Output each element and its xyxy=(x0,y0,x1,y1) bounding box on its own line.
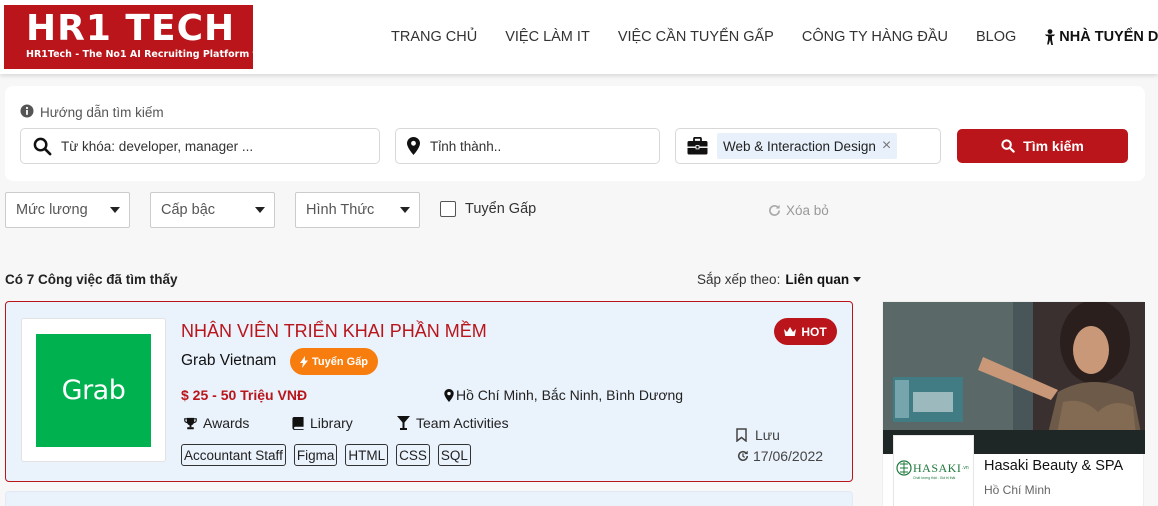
history-icon xyxy=(737,450,749,462)
city-field[interactable]: Tỉnh thành.. xyxy=(395,128,660,164)
brand-tagline: HR1Tech - The No1 AI Recruiting Platform… xyxy=(26,49,282,60)
caret-down-icon xyxy=(853,277,862,282)
skill-tag[interactable]: Figma xyxy=(293,444,338,466)
level-dropdown-label: Cấp bậc xyxy=(161,202,216,218)
nav-urgent-jobs[interactable]: VIỆC CẦN TUYỂN GẤP xyxy=(618,29,774,45)
company-name[interactable]: Grab Vietnam xyxy=(181,352,276,370)
clear-filters-label: Xóa bỏ xyxy=(786,203,829,218)
salary-dropdown-label: Mức lương xyxy=(16,202,88,218)
nav-blog[interactable]: BLOG xyxy=(976,29,1016,45)
map-pin-icon xyxy=(444,388,454,402)
level-dropdown[interactable]: Cấp bậc xyxy=(150,192,275,228)
search-guide[interactable]: Hướng dẫn tìm kiếm xyxy=(20,104,164,121)
category-chip: Web & Interaction Design × xyxy=(717,133,898,159)
chevron-down-icon xyxy=(255,207,265,213)
sort-control[interactable]: Sắp xếp theo: Liên quan xyxy=(697,272,862,287)
job-card[interactable] xyxy=(5,491,853,506)
category-field[interactable]: Web & Interaction Design × xyxy=(675,128,941,164)
sort-value: Liên quan xyxy=(785,272,850,287)
nav-home[interactable]: TRANG CHỦ xyxy=(391,29,477,45)
nav-top-companies[interactable]: CÔNG TY HÀNG ĐẦU xyxy=(802,29,948,45)
urgent-filter-label: Tuyển Gấp xyxy=(465,201,537,217)
posted-date: 17/06/2022 xyxy=(737,448,823,464)
category-chip-label: Web & Interaction Design xyxy=(723,138,876,154)
bolt-icon xyxy=(300,355,308,368)
skill-tag[interactable]: HTML xyxy=(345,444,389,466)
skill-tags: Accountant Staff Figma HTML CSS SQL xyxy=(181,444,471,466)
form-dropdown-label: Hình Thức xyxy=(306,202,375,218)
cocktail-icon xyxy=(397,416,410,430)
nav-employer-label: NHÀ TUYỂN DỤNG xyxy=(1059,29,1158,45)
refresh-icon xyxy=(768,204,781,217)
keyword-field[interactable]: Từ khóa: developer, manager ... xyxy=(20,128,380,164)
clear-filters-button[interactable]: Xóa bỏ xyxy=(768,203,829,218)
job-card[interactable]: Grab NHÂN VIÊN TRIỂN KHAI PHẦN MỀM HOT G… xyxy=(5,301,853,482)
search-button[interactable]: Tìm kiếm xyxy=(957,129,1128,163)
chevron-down-icon xyxy=(110,207,120,213)
city-input[interactable]: Tỉnh thành.. xyxy=(430,139,501,154)
featured-company-name[interactable]: Hasaki Beauty & SPA xyxy=(984,458,1123,474)
chevron-down-icon xyxy=(400,207,410,213)
search-button-label: Tìm kiếm xyxy=(1023,138,1084,154)
brand-name: HR1 TECH xyxy=(26,8,236,49)
benefits-list: Awards Library Team Activities xyxy=(184,415,509,431)
skill-tag[interactable]: Accountant Staff xyxy=(181,444,286,466)
nav-employer[interactable]: NHÀ TUYỂN DỤNG xyxy=(1044,29,1158,45)
hot-badge-label: HOT xyxy=(801,324,827,339)
hasaki-logo-tagline: Chất lượng thật - Giá trị thật xyxy=(913,476,955,480)
search-guide-label: Hướng dẫn tìm kiếm xyxy=(40,105,164,120)
salary-dropdown[interactable]: Mức lương xyxy=(5,192,130,228)
hot-badge: HOT xyxy=(774,318,837,345)
salary: $ 25 - 50 Triệu VNĐ xyxy=(181,387,308,403)
urgent-filter[interactable]: Tuyển Gấp xyxy=(440,201,536,217)
keyword-input[interactable]: Từ khóa: developer, manager ... xyxy=(61,139,253,154)
hasaki-logo-text: HASAKI xyxy=(913,461,961,475)
crown-icon xyxy=(784,326,797,337)
save-job-button[interactable]: Lưu xyxy=(736,427,780,443)
skill-tag[interactable]: CSS xyxy=(396,444,430,466)
book-icon xyxy=(292,416,304,430)
company-logo[interactable]: Grab xyxy=(21,318,166,462)
benefit-library: Library xyxy=(292,415,397,431)
save-job-label: Lưu xyxy=(755,427,780,443)
job-title[interactable]: NHÂN VIÊN TRIỂN KHAI PHẦN MỀM xyxy=(181,321,487,342)
posted-date-value: 17/06/2022 xyxy=(753,448,824,464)
person-icon xyxy=(1044,29,1056,45)
map-pin-icon xyxy=(407,137,420,155)
benefit-team-activities: Team Activities xyxy=(397,415,509,431)
benefit-awards: Awards xyxy=(184,415,292,431)
search-icon xyxy=(33,137,52,156)
urgent-badge-label: Tuyển Gấp xyxy=(312,355,369,368)
benefit-label: Awards xyxy=(203,415,250,431)
form-dropdown[interactable]: Hình Thức xyxy=(295,192,420,228)
sort-dropdown[interactable]: Liên quan xyxy=(785,272,862,287)
search-panel: Hướng dẫn tìm kiếm Từ khóa: developer, m… xyxy=(5,86,1145,181)
featured-company-card[interactable]: HASAKI .vn Chất lượng thật - Giá trị thậ… xyxy=(882,301,1145,506)
urgent-badge: Tuyển Gấp xyxy=(290,348,379,375)
benefit-label: Team Activities xyxy=(416,415,509,431)
urgent-checkbox[interactable] xyxy=(440,201,456,217)
main-nav: TRANG CHỦ VIỆC LÀM IT VIỆC CẦN TUYỂN GẤP… xyxy=(377,22,1158,52)
brand-logo[interactable]: HR1 TECH HR1Tech - The No1 AI Recruiting… xyxy=(4,5,281,69)
site-header: HR1 TECH HR1Tech - The No1 AI Recruiting… xyxy=(0,0,1158,74)
skill-tag[interactable]: SQL xyxy=(437,444,471,466)
hasaki-logo[interactable]: HASAKI .vn Chất lượng thật - Giá trị thậ… xyxy=(893,435,974,506)
job-location: Hồ Chí Minh, Bắc Ninh, Bình Dương xyxy=(444,387,683,403)
search-icon xyxy=(1001,139,1015,153)
nav-it-jobs[interactable]: VIỆC LÀM IT xyxy=(505,29,590,45)
job-location-label: Hồ Chí Minh, Bắc Ninh, Bình Dương xyxy=(456,387,684,403)
trophy-icon xyxy=(184,417,197,430)
company-photo xyxy=(883,302,1145,454)
remove-chip-icon[interactable]: × xyxy=(882,138,891,154)
sort-label: Sắp xếp theo: xyxy=(697,272,781,287)
briefcase-icon xyxy=(687,137,708,155)
benefit-label: Library xyxy=(310,415,353,431)
featured-company-location: Hồ Chí Minh xyxy=(984,483,1051,497)
hasaki-logo-suffix: .vn xyxy=(962,465,969,471)
bookmark-icon xyxy=(736,428,747,442)
info-icon xyxy=(20,104,34,121)
results-count: Có 7 Công việc đã tìm thấy xyxy=(5,272,178,287)
grab-logo-text: Grab xyxy=(36,333,151,447)
